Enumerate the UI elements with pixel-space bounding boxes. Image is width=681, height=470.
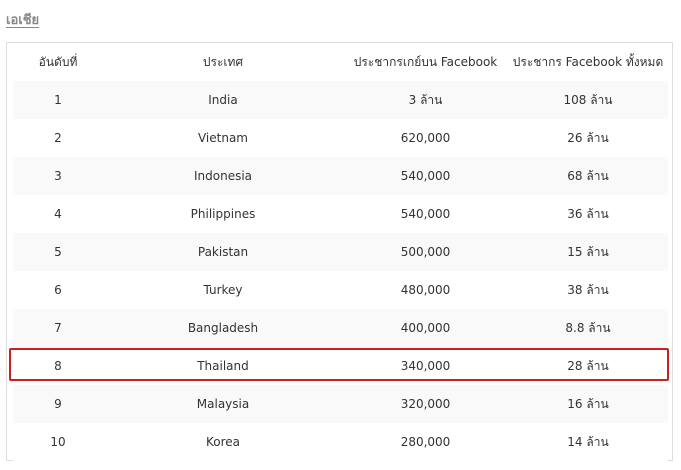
ranking-table: อันดับที่ ประเทศ ประชากรเกย์บน Facebook … xyxy=(13,43,668,461)
gay-population-cell: 320,000 xyxy=(400,397,451,411)
country-cell: Indonesia xyxy=(193,169,253,183)
country-cell: Thailand xyxy=(197,359,249,373)
country-cell: Malaysia xyxy=(196,397,250,411)
column-header-country: ประเทศ xyxy=(202,54,244,69)
table-header-row: อันดับที่ ประเทศ ประชากรเกย์บน Facebook … xyxy=(13,43,668,81)
total-population-cell: 28 ล้าน xyxy=(567,358,609,373)
rank-cell: 3 xyxy=(54,169,62,183)
table-row: 1 India 3 ล้าน 108 ล้าน xyxy=(13,81,668,119)
rank-cell: 9 xyxy=(54,397,62,411)
table-row: 6 Turkey 480,000 38 ล้าน xyxy=(13,271,668,309)
ranking-table-container: อันดับที่ ประเทศ ประชากรเกย์บน Facebook … xyxy=(6,42,673,461)
column-header-total-population: ประชากร Facebook ทั้งหมด xyxy=(512,54,664,69)
total-population-cell: 8.8 ล้าน xyxy=(565,320,611,335)
total-population-cell: 16 ล้าน xyxy=(567,396,609,411)
total-population-cell: 14 ล้าน xyxy=(567,434,609,449)
table-row-highlighted: 8 Thailand 340,000 28 ล้าน xyxy=(13,347,668,385)
table-row: 9 Malaysia 320,000 16 ล้าน xyxy=(13,385,668,423)
rank-cell: 10 xyxy=(50,435,66,449)
section-heading[interactable]: เอเชีย xyxy=(6,9,39,30)
gay-population-cell: 400,000 xyxy=(400,321,451,335)
gay-population-cell: 540,000 xyxy=(400,207,451,221)
country-cell: India xyxy=(208,93,238,107)
gay-population-cell: 540,000 xyxy=(400,169,451,183)
table-row: 4 Philippines 540,000 36 ล้าน xyxy=(13,195,668,233)
country-cell: Pakistan xyxy=(197,245,249,259)
country-cell: Philippines xyxy=(190,207,256,221)
rank-cell: 1 xyxy=(54,93,62,107)
gay-population-cell: 620,000 xyxy=(400,131,451,145)
gay-population-cell: 500,000 xyxy=(400,245,451,259)
total-population-cell: 108 ล้าน xyxy=(563,92,613,107)
table-row: 2 Vietnam 620,000 26 ล้าน xyxy=(13,119,668,157)
gay-population-cell: 3 ล้าน xyxy=(408,92,443,107)
rank-cell: 5 xyxy=(54,245,62,259)
country-cell: Bangladesh xyxy=(187,321,259,335)
gay-population-cell: 280,000 xyxy=(400,435,451,449)
rank-cell: 6 xyxy=(54,283,62,297)
table-row: 3 Indonesia 540,000 68 ล้าน xyxy=(13,157,668,195)
country-cell: Vietnam xyxy=(197,131,248,145)
total-population-cell: 68 ล้าน xyxy=(567,168,609,183)
total-population-cell: 38 ล้าน xyxy=(567,282,609,297)
rank-cell: 4 xyxy=(54,207,62,221)
rank-cell: 2 xyxy=(54,131,62,145)
table-row: 5 Pakistan 500,000 15 ล้าน xyxy=(13,233,668,271)
total-population-cell: 15 ล้าน xyxy=(567,244,609,259)
country-cell: Turkey xyxy=(203,283,243,297)
total-population-cell: 26 ล้าน xyxy=(567,130,609,145)
total-population-cell: 36 ล้าน xyxy=(567,206,609,221)
column-header-gay-population: ประชากรเกย์บน Facebook xyxy=(353,54,498,69)
rank-cell: 8 xyxy=(54,359,62,373)
table-row: 7 Bangladesh 400,000 8.8 ล้าน xyxy=(13,309,668,347)
country-cell: Korea xyxy=(205,435,241,449)
table-row: 10 Korea 280,000 14 ล้าน xyxy=(13,423,668,461)
gay-population-cell: 340,000 xyxy=(400,359,451,373)
column-header-rank: อันดับที่ xyxy=(38,54,78,69)
rank-cell: 7 xyxy=(54,321,62,335)
gay-population-cell: 480,000 xyxy=(400,283,451,297)
